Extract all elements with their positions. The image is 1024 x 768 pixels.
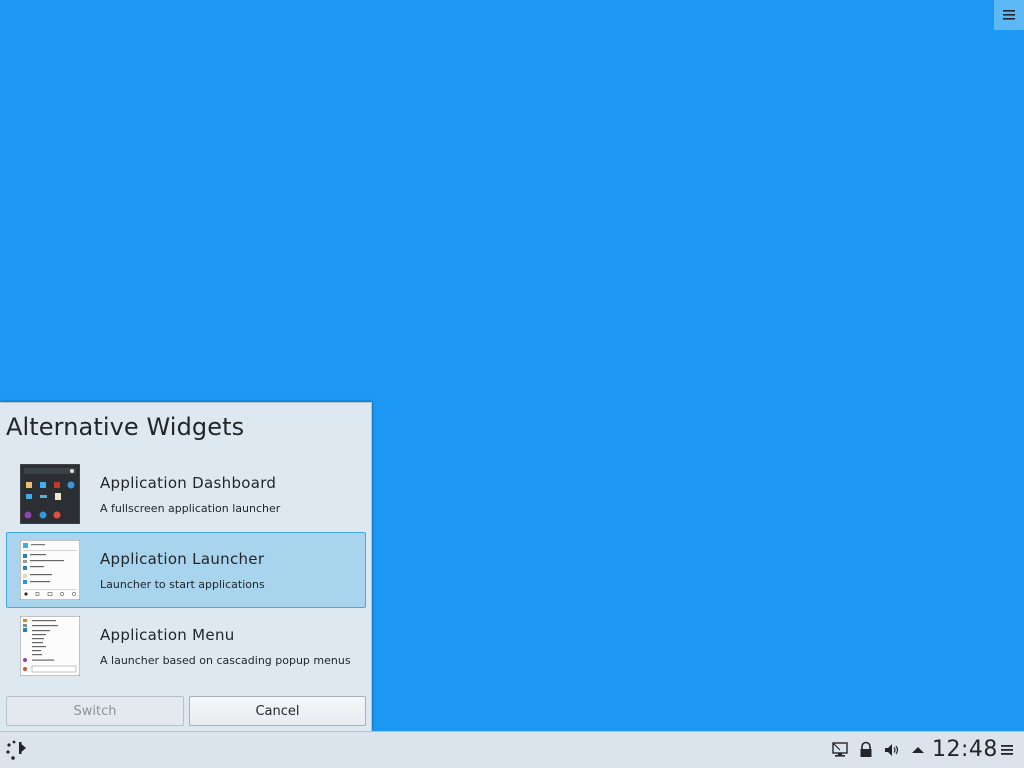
widget-description: Launcher to start applications (100, 578, 265, 591)
desktop-toolbox-button[interactable] (994, 0, 1024, 30)
switch-button[interactable]: Switch (6, 696, 184, 726)
application-dashboard-thumbnail (20, 464, 80, 524)
expand-tray-icon[interactable] (909, 741, 927, 759)
widget-description: A fullscreen application launcher (100, 502, 281, 515)
cancel-button[interactable]: Cancel (189, 696, 366, 726)
application-launcher-thumbnail (20, 540, 80, 600)
widget-name: Application Launcher (100, 550, 265, 568)
panel-options-icon[interactable] (1000, 743, 1014, 757)
widget-description: A launcher based on cascading popup menu… (100, 654, 351, 667)
widget-name: Application Dashboard (100, 474, 277, 492)
widget-item-application-launcher[interactable]: Application Launcher Launcher to start a… (6, 532, 366, 608)
alternative-widgets-popup: Alternative Widgets Application Dashboar… (0, 402, 372, 731)
widget-item-application-menu[interactable]: Application Menu A launcher based on cas… (6, 608, 366, 684)
popup-title: Alternative Widgets (6, 413, 245, 441)
digital-clock[interactable]: 12:48 (932, 737, 998, 762)
widget-name: Application Menu (100, 626, 235, 644)
taskbar-panel: 12:48 (0, 731, 1024, 768)
application-launcher-icon[interactable] (5, 738, 31, 764)
network-icon[interactable] (831, 741, 849, 759)
volume-icon[interactable] (883, 741, 901, 759)
application-menu-thumbnail (20, 616, 80, 676)
hamburger-icon (1003, 10, 1015, 20)
widget-item-application-dashboard[interactable]: Application Dashboard A fullscreen appli… (6, 456, 366, 532)
lock-icon[interactable] (857, 741, 875, 759)
